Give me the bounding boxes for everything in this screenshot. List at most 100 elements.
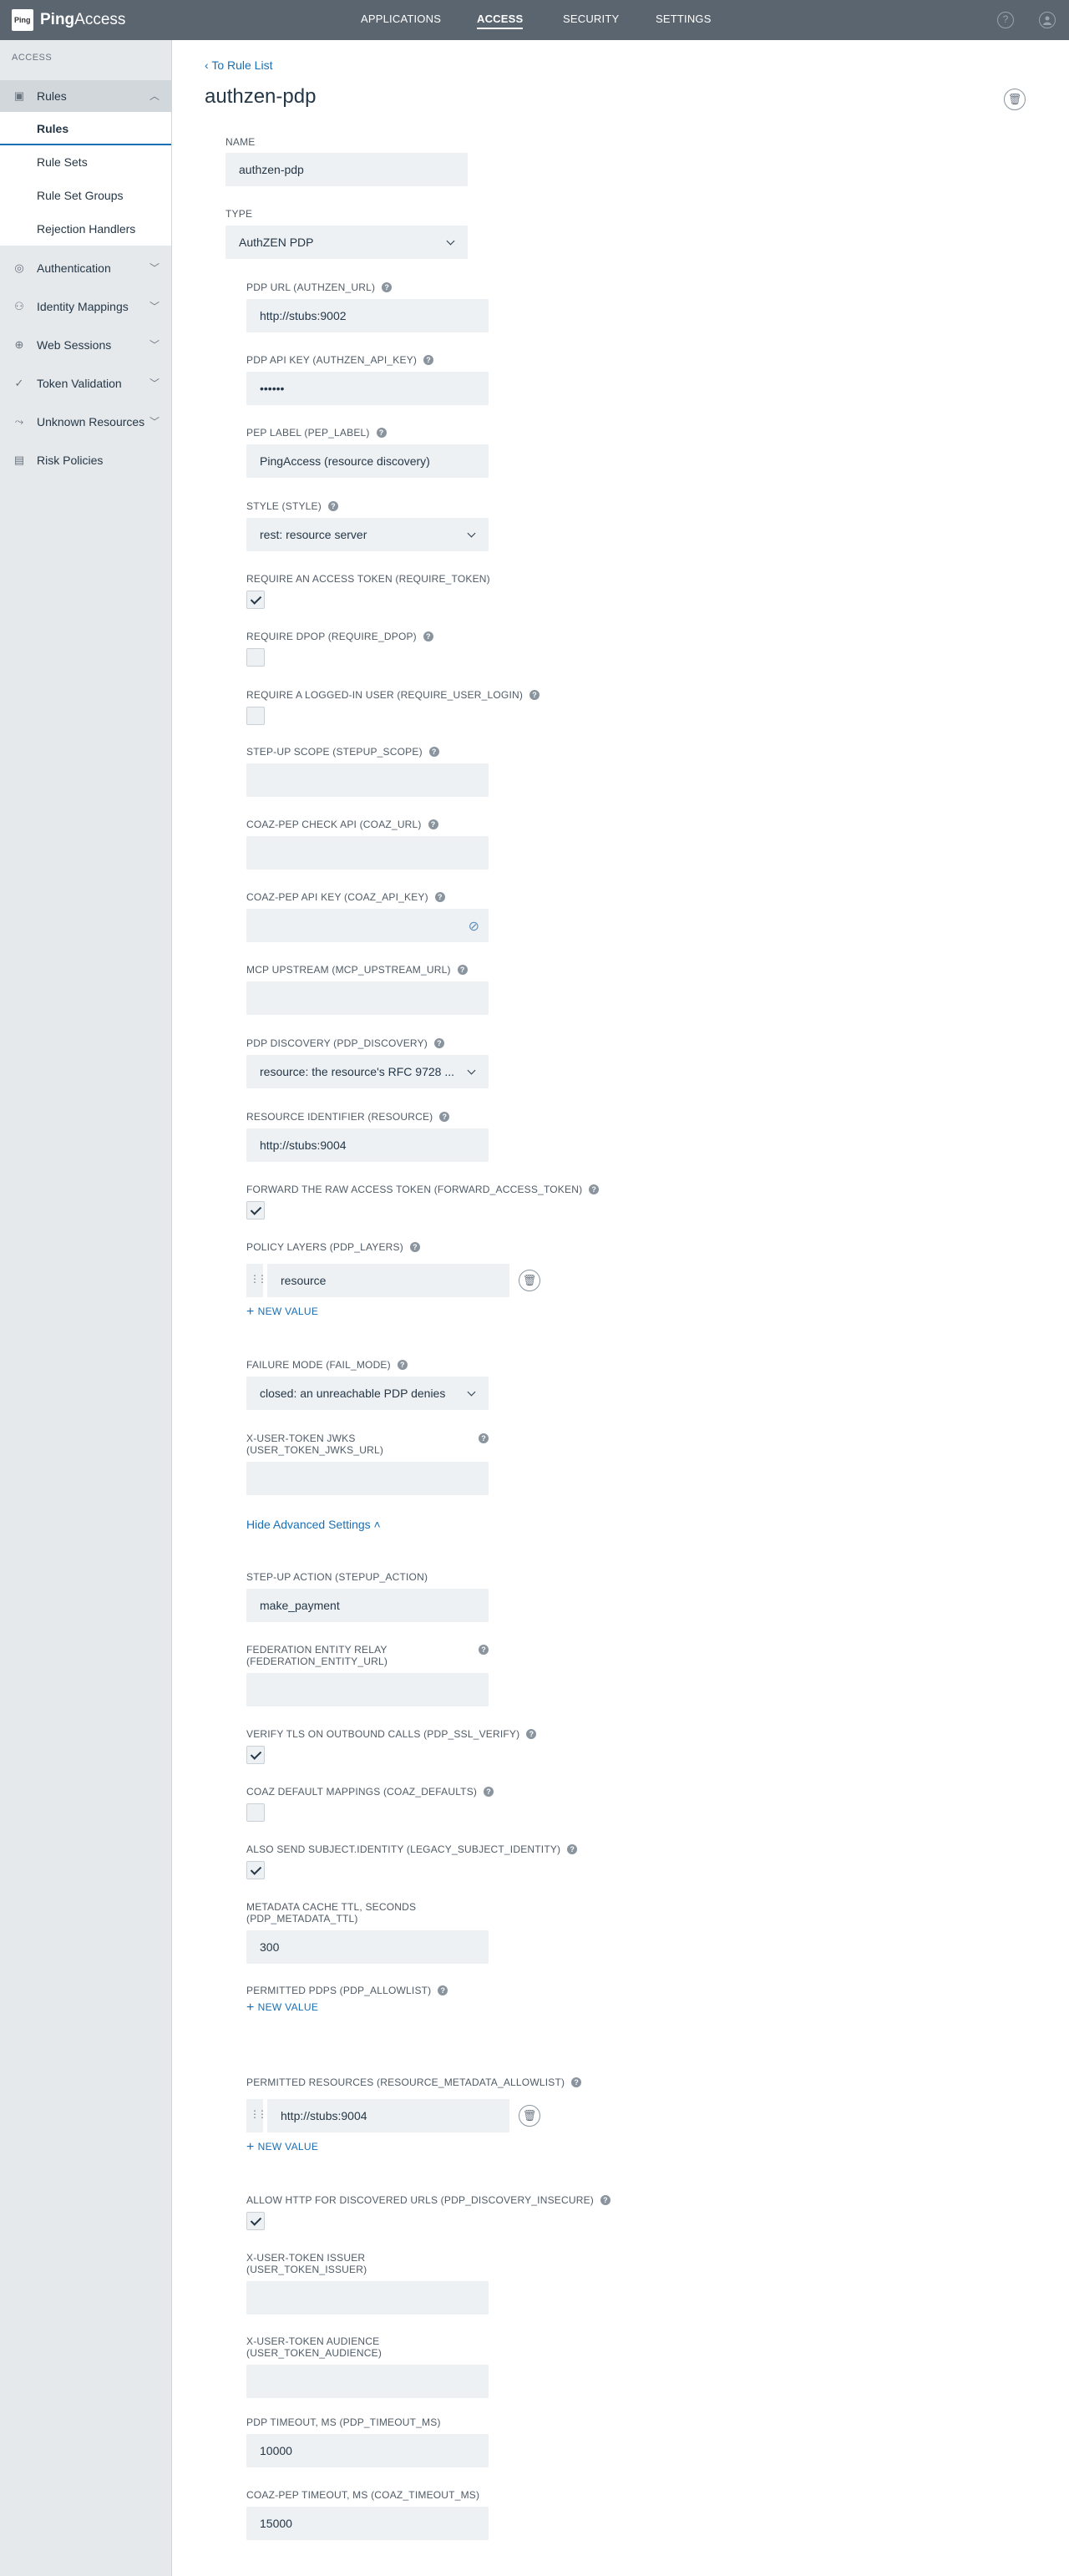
sidebar-item-label: Rules [37, 89, 67, 103]
remove-value-button[interactable]: 🗑 [519, 2105, 540, 2127]
require-user-login-checkbox[interactable] [246, 707, 265, 725]
sidebar-subitem-label: Rejection Handlers [37, 222, 136, 236]
legacy-subject-label: ALSO SEND SUBJECT.IDENTITY (LEGACY_SUBJE… [246, 1843, 578, 1855]
resource-allowlist-new-value-link[interactable]: + NEW VALUE [246, 2140, 318, 2155]
remove-value-button[interactable]: 🗑 [519, 1270, 540, 1291]
logo-text: Ping [14, 16, 31, 24]
name-input[interactable]: authzen-pdp [225, 153, 468, 186]
help-icon[interactable]: ? [484, 1787, 494, 1797]
sidebar-item-identity-mappings[interactable]: ⚇ Identity Mappings ﹀ [0, 291, 171, 322]
nav-security[interactable]: SECURITY [563, 13, 619, 25]
drag-handle-icon[interactable] [246, 1264, 265, 1297]
style-select[interactable]: rest: resource server [246, 518, 489, 551]
nav-access[interactable]: ACCESS [477, 13, 524, 29]
sidebar-item-label: Web Sessions [37, 338, 112, 352]
user-token-jwks-input[interactable] [246, 1462, 489, 1495]
help-icon[interactable]: ? [428, 819, 438, 829]
coaz-timeout-input[interactable]: 15000 [246, 2507, 489, 2540]
nav-settings[interactable]: SETTINGS [656, 13, 712, 25]
pdp-api-key-input[interactable]: •••••• [246, 372, 489, 405]
require-dpop-checkbox[interactable] [246, 648, 265, 667]
legacy-subject-checkbox[interactable] [246, 1861, 265, 1879]
sidebar-item-rules[interactable]: ▣ Rules ︿ [0, 80, 171, 112]
user-icon[interactable] [1039, 12, 1056, 28]
help-icon[interactable]: ? [526, 1729, 537, 1739]
style-label: STYLE (STYLE)? [246, 500, 338, 512]
pdp-ssl-verify-label: VERIFY TLS ON OUTBOUND CALLS (PDP_SSL_VE… [246, 1728, 537, 1740]
type-select[interactable]: AuthZEN PDP [225, 226, 468, 259]
nav-applications[interactable]: APPLICATIONS [361, 13, 441, 25]
help-icon[interactable]: ? [479, 1645, 489, 1655]
identity-mappings-icon: ⚇ [14, 300, 24, 312]
ping-logo[interactable]: Ping [12, 9, 33, 31]
sidebar-subitem-rule-sets[interactable]: Rule Sets [0, 145, 171, 179]
sidebar-item-authentication[interactable]: ◎ Authentication ﹀ [0, 252, 171, 284]
help-icon[interactable]: ? [997, 12, 1014, 28]
sidebar-item-unknown-resources[interactable]: ⤳ Unknown Resources ﹀ [0, 406, 171, 438]
help-icon[interactable]: ? [434, 892, 445, 902]
pdp-layers-value-input[interactable]: resource [267, 1264, 509, 1297]
help-icon[interactable]: ? [567, 1844, 578, 1854]
help-icon[interactable]: ? [397, 1360, 408, 1370]
help-icon[interactable]: ? [423, 355, 434, 365]
help-icon[interactable]: ? [438, 1985, 448, 1995]
fail-mode-select[interactable]: closed: an unreachable PDP denies [246, 1377, 489, 1410]
plus-icon: + [246, 2000, 255, 2015]
federation-relay-input[interactable] [246, 1673, 489, 1706]
sidebar-item-web-sessions[interactable]: ⊕ Web Sessions ﹀ [0, 329, 171, 361]
resource-input[interactable]: http://stubs:9004 [246, 1128, 489, 1162]
pdp-ssl-verify-checkbox[interactable] [246, 1746, 265, 1764]
sidebar-subitem-rules[interactable]: Rules [0, 112, 171, 145]
stepup-scope-input[interactable] [246, 763, 489, 797]
sidebar: ACCESS ▣ Rules ︿ Rules Rule Sets Rule Se… [0, 40, 172, 2576]
discovery-insecure-checkbox[interactable] [246, 2212, 265, 2230]
user-token-audience-label: X-USER-TOKEN AUDIENCE (USER_TOKEN_AUDIENC… [246, 2335, 383, 2359]
federation-relay-label: FEDERATION ENTITY RELAY (FEDERATION_ENTIT… [246, 1644, 388, 1667]
sidebar-subitem-rule-set-groups[interactable]: Rule Set Groups [0, 179, 171, 212]
eye-slash-icon[interactable]: ⊘ [469, 918, 479, 935]
type-label: TYPE [225, 208, 253, 220]
pdp-url-input[interactable]: http://stubs:9002 [246, 299, 489, 332]
require-token-checkbox[interactable] [246, 591, 265, 609]
help-icon[interactable]: ? [428, 747, 439, 757]
coaz-defaults-label: COAZ DEFAULT MAPPINGS (COAZ_DEFAULTS)? [246, 1786, 494, 1798]
sidebar-subitem-label: Rules [37, 122, 69, 135]
mcp-upstream-input[interactable] [246, 981, 489, 1015]
resource-allowlist-value-input[interactable]: http://stubs:9004 [267, 2099, 509, 2132]
coaz-api-key-input[interactable]: ⊘ [246, 909, 489, 942]
help-icon[interactable]: ? [433, 1038, 444, 1048]
sidebar-item-label: Identity Mappings [37, 300, 129, 313]
help-icon[interactable]: ? [409, 1242, 420, 1252]
user-token-issuer-input[interactable] [246, 2281, 489, 2315]
stepup-action-input[interactable]: make_payment [246, 1589, 489, 1622]
fail-mode-label: FAILURE MODE (FAIL_MODE)? [246, 1359, 408, 1371]
forward-token-checkbox[interactable] [246, 1201, 265, 1220]
drag-handle-icon[interactable] [246, 2099, 265, 2132]
help-icon[interactable]: ? [376, 428, 387, 438]
help-icon[interactable]: ? [600, 2195, 610, 2205]
user-token-audience-input[interactable] [246, 2365, 489, 2398]
help-icon[interactable]: ? [439, 1112, 450, 1122]
sidebar-item-token-validation[interactable]: ✓ Token Validation ﹀ [0, 368, 171, 399]
sidebar-subitem-rejection-handlers[interactable]: Rejection Handlers [0, 212, 171, 246]
delete-rule-button[interactable]: 🗑 [1004, 89, 1026, 110]
help-icon[interactable]: ? [423, 631, 433, 641]
back-to-rule-list-link[interactable]: ‹ To Rule List [205, 58, 272, 72]
pdp-discovery-select[interactable]: resource: the resource's RFC 9728 ... [246, 1055, 489, 1088]
help-icon[interactable]: ? [571, 2077, 582, 2087]
help-icon[interactable]: ? [457, 965, 468, 975]
pdp-timeout-input[interactable]: 10000 [246, 2434, 489, 2467]
help-icon[interactable]: ? [589, 1184, 600, 1194]
pdp-allowlist-new-value-link[interactable]: + NEW VALUE [246, 2000, 318, 2016]
coaz-url-input[interactable] [246, 836, 489, 870]
coaz-defaults-checkbox[interactable] [246, 1803, 265, 1822]
pep-label-input[interactable]: PingAccess (resource discovery) [246, 444, 489, 478]
hide-advanced-settings-link[interactable]: Hide Advanced Settings ˄ [246, 1518, 381, 1531]
sidebar-item-risk-policies[interactable]: ▤ Risk Policies [0, 444, 171, 476]
help-icon[interactable]: ? [529, 690, 540, 700]
help-icon[interactable]: ? [479, 1433, 489, 1443]
metadata-ttl-input[interactable]: 300 [246, 1930, 489, 1964]
pdp-layers-new-value-link[interactable]: + NEW VALUE [246, 1305, 318, 1320]
help-icon[interactable]: ? [327, 501, 338, 511]
help-icon[interactable]: ? [382, 282, 393, 292]
